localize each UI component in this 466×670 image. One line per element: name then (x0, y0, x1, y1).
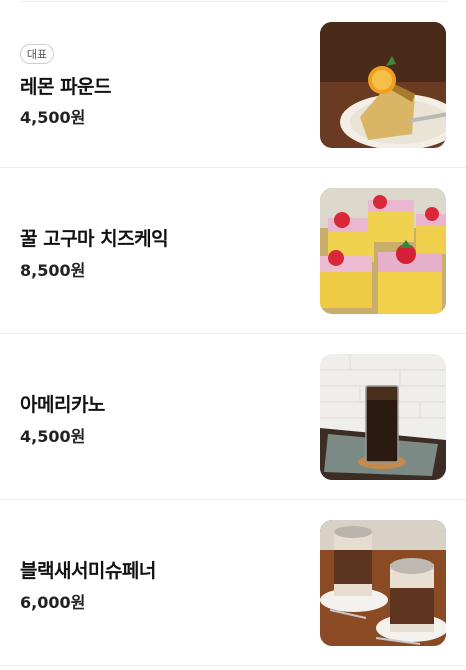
menu-item-name: 블랙새서미슈페너 (20, 560, 156, 582)
menu-item-info: 아메리카노 4,500원 (20, 334, 300, 499)
menu-item-price: 6,000원 (20, 593, 86, 612)
sweet-potato-cheesecake-photo[interactable] (320, 188, 446, 314)
lemon-pound-cake-photo[interactable] (320, 22, 446, 148)
sweet-potato-cheesecake-image (320, 188, 446, 314)
menu-list: 대표 레몬 파운드 4,500원 꿀 고구마 치즈케익 8,500원 아메리카노… (0, 0, 466, 670)
menu-item-sweet-potato-cheesecake[interactable]: 꿀 고구마 치즈케익 8,500원 (0, 168, 466, 334)
menu-item-info: 블랙새서미슈페너 6,000원 (20, 500, 300, 665)
iced-americano-photo[interactable] (320, 354, 446, 480)
menu-item-info: 꿀 고구마 치즈케익 8,500원 (20, 168, 300, 333)
menu-item-name: 레몬 파운드 (20, 76, 112, 98)
menu-item-info: 대표 레몬 파운드 4,500원 (20, 2, 300, 167)
signature-badge: 대표 (20, 44, 54, 64)
black-sesame-einspanner-photo[interactable] (320, 520, 446, 646)
lemon-pound-cake-image (320, 22, 446, 148)
menu-item-price: 8,500원 (20, 261, 86, 280)
menu-item-lemon-pound[interactable]: 대표 레몬 파운드 4,500원 (0, 2, 466, 168)
menu-item-name: 아메리카노 (20, 394, 105, 416)
menu-item-price: 4,500원 (20, 427, 86, 446)
black-sesame-einspanner-image (320, 520, 446, 646)
menu-item-black-sesame-einspanner[interactable]: 블랙새서미슈페너 6,000원 (0, 500, 466, 666)
menu-item-americano[interactable]: 아메리카노 4,500원 (0, 334, 466, 500)
iced-americano-image (320, 354, 446, 480)
menu-item-price: 4,500원 (20, 108, 86, 127)
menu-item-name: 꿀 고구마 치즈케익 (20, 228, 169, 250)
